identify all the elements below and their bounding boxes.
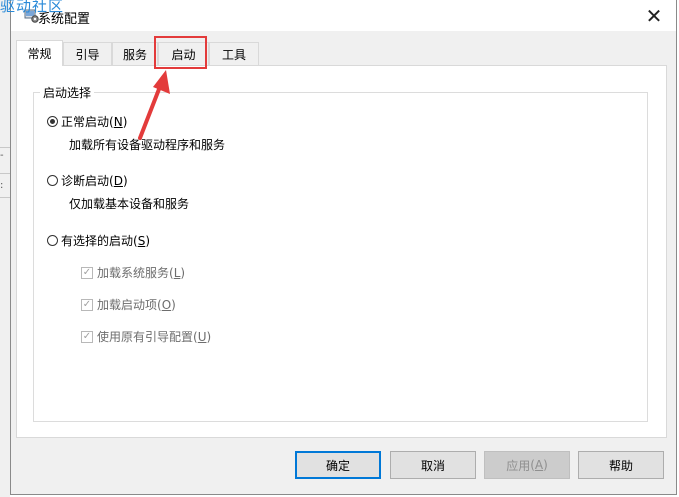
cancel-button[interactable]: 取消 xyxy=(390,451,476,479)
load-system-services-checkbox[interactable]: ✓ 加载系统服务(L) xyxy=(81,264,185,281)
selective-startup-radio[interactable]: 有选择的启动(S) xyxy=(47,232,150,249)
general-tab-page: 启动选择 正常启动(N) 加载所有设备驱动程序和服务 诊断启动(D) 仅加载基本… xyxy=(16,65,667,438)
checkmark-icon: ✓ xyxy=(81,298,93,311)
tab-general[interactable]: 常规 xyxy=(16,40,63,66)
apply-button[interactable]: 应用(A) xyxy=(484,451,570,479)
tab-boot[interactable]: 引导 xyxy=(63,42,112,65)
startup-tab-highlight-box xyxy=(154,36,207,69)
help-button[interactable]: 帮助 xyxy=(578,451,664,479)
system-config-dialog: 系统配置 ✕ 常规 引导 服务 启动 工具 启动选择 正常启动(N) 加载所有设… xyxy=(10,0,677,495)
radio-checked-icon xyxy=(47,116,58,127)
annotation-arrow-icon xyxy=(138,70,170,140)
close-icon: ✕ xyxy=(645,3,663,28)
ok-button[interactable]: 确定 xyxy=(295,451,381,479)
radio-unchecked-icon xyxy=(47,175,58,186)
tab-tools[interactable]: 工具 xyxy=(209,42,259,65)
checkmark-icon: ✓ xyxy=(81,266,93,279)
load-startup-items-checkbox[interactable]: ✓ 加载启动项(O) xyxy=(81,296,176,313)
diagnostic-startup-desc: 仅加载基本设备和服务 xyxy=(69,197,190,211)
checkmark-icon: ✓ xyxy=(81,330,93,343)
group-title: 启动选择 xyxy=(40,84,95,101)
background-window-edge: - : xyxy=(0,0,10,497)
watermark: 驱动社区 xyxy=(0,0,65,15)
title-bar: 系统配置 ✕ xyxy=(11,0,676,31)
use-original-boot-config-checkbox[interactable]: ✓ 使用原有引导配置(U) xyxy=(81,328,211,345)
close-button[interactable]: ✕ xyxy=(632,0,676,31)
diagnostic-startup-radio[interactable]: 诊断启动(D) xyxy=(47,172,128,189)
normal-startup-radio[interactable]: 正常启动(N) xyxy=(47,113,127,130)
startup-selection-group: 启动选择 正常启动(N) 加载所有设备驱动程序和服务 诊断启动(D) 仅加载基本… xyxy=(33,84,648,422)
tab-services[interactable]: 服务 xyxy=(112,42,158,65)
radio-unchecked-icon xyxy=(47,235,58,246)
